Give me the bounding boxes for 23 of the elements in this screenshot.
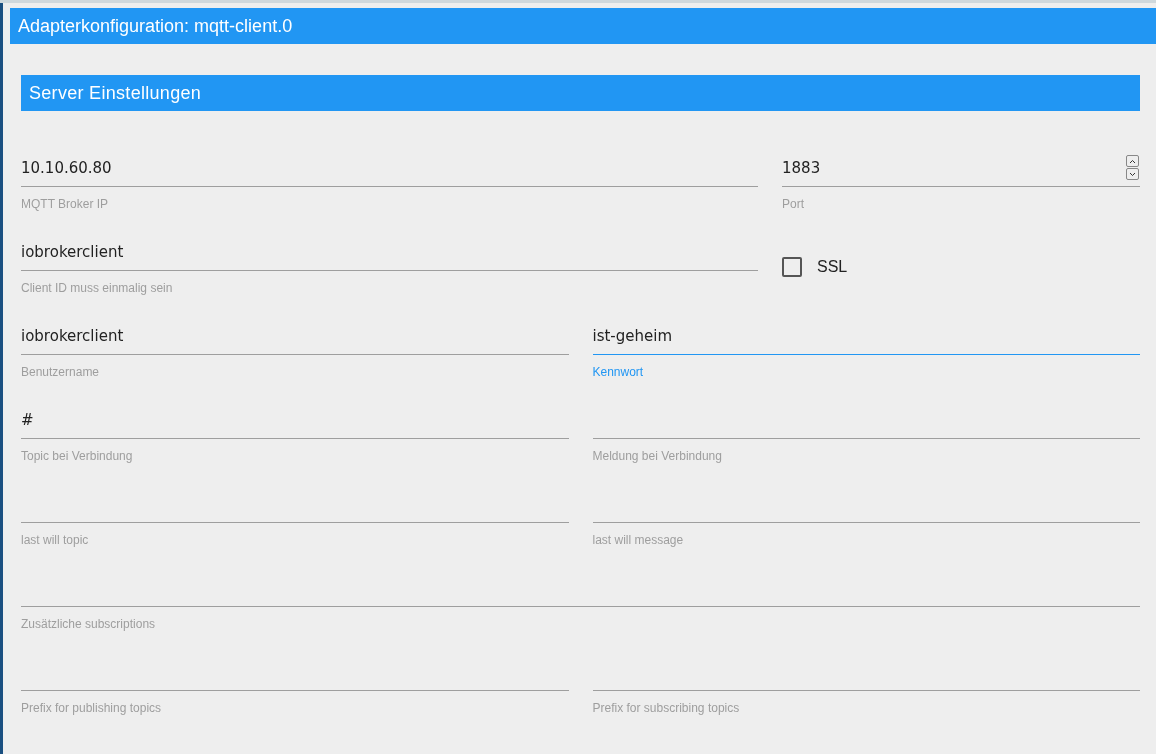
input-field[interactable]: 10.10.60.80 [21,149,758,187]
field-label: Prefix for subscribing topics [592,701,741,715]
section-header: Server Einstellungen [21,75,1140,111]
ssl-label: SSL [817,258,848,276]
field-label: last will topic [21,533,90,547]
field-label: Meldung bei Verbindung [592,449,723,463]
input-field[interactable]: ist-geheim [592,317,1140,355]
input-field[interactable]: 1883 [782,149,1140,187]
field-label: Client ID muss einmalig sein [21,281,174,295]
field-label: Benutzername [21,365,101,379]
field-label: MQTT Broker IP [21,197,110,211]
window-title: Adapterkonfiguration: mqtt-client.0 [10,8,1156,44]
field-label: Prefix for publishing topics [21,701,163,715]
spinner-icon[interactable] [1126,155,1139,180]
field-label: Kennwort [592,365,645,379]
input-field[interactable]: iobrokerclient [21,317,569,355]
field-label: Zusätzliche subscriptions [21,617,157,631]
input-field[interactable]: # [21,401,569,439]
field-label: Topic bei Verbindung [21,449,134,463]
field-label: Port [782,197,805,211]
field-label: last will message [592,533,685,547]
ssl-checkbox[interactable] [782,257,802,277]
input-field[interactable]: iobrokerclient [21,233,758,271]
